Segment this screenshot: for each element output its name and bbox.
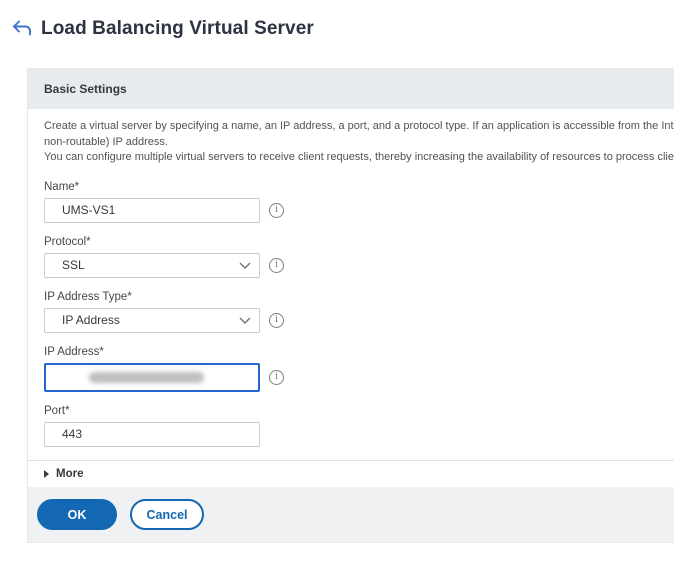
field-ip-address-type: IP Address Type* IP Address i (44, 290, 674, 333)
more-expander[interactable]: More (28, 460, 674, 487)
description-line: non-routable) IP address. (44, 135, 674, 151)
ip-address-type-label: IP Address Type* (44, 290, 674, 304)
cancel-button[interactable]: Cancel (130, 499, 204, 530)
basic-settings-panel: Basic Settings Create a virtual server b… (27, 68, 674, 543)
panel-header: Basic Settings (28, 69, 674, 109)
page-header: Load Balancing Virtual Server (10, 18, 314, 40)
ip-address-input[interactable] (44, 363, 260, 392)
more-label: More (56, 468, 83, 480)
ok-button[interactable]: OK (37, 499, 117, 530)
field-name: Name* i (44, 180, 674, 223)
panel-body: Create a virtual server by specifying a … (28, 109, 674, 460)
chevron-down-icon (239, 262, 251, 269)
triangle-right-icon (44, 470, 49, 478)
panel-footer: OK Cancel (28, 487, 674, 542)
ip-address-type-selected-value: IP Address (62, 313, 120, 327)
page-title: Load Balancing Virtual Server (41, 18, 314, 40)
protocol-selected-value: SSL (62, 258, 85, 272)
field-protocol: Protocol* SSL i (44, 235, 674, 278)
info-icon[interactable]: i (269, 313, 284, 328)
description-line: You can configure multiple virtual serve… (44, 150, 674, 166)
chevron-down-icon (239, 317, 251, 324)
port-label: Port* (44, 404, 674, 418)
field-port: Port* (44, 404, 674, 447)
info-icon[interactable]: i (269, 203, 284, 218)
back-arrow-icon[interactable] (10, 18, 34, 40)
info-icon[interactable]: i (269, 258, 284, 273)
description-line: Create a virtual server by specifying a … (44, 119, 674, 135)
name-input[interactable] (44, 198, 260, 223)
field-ip-address: IP Address* i (44, 345, 674, 392)
port-input[interactable] (44, 422, 260, 447)
panel-title: Basic Settings (44, 82, 127, 96)
ip-address-label: IP Address* (44, 345, 674, 359)
protocol-label: Protocol* (44, 235, 674, 249)
name-label: Name* (44, 180, 674, 194)
protocol-select[interactable]: SSL (44, 253, 260, 278)
info-icon[interactable]: i (269, 370, 284, 385)
ip-address-type-select[interactable]: IP Address (44, 308, 260, 333)
panel-description: Create a virtual server by specifying a … (44, 119, 674, 166)
